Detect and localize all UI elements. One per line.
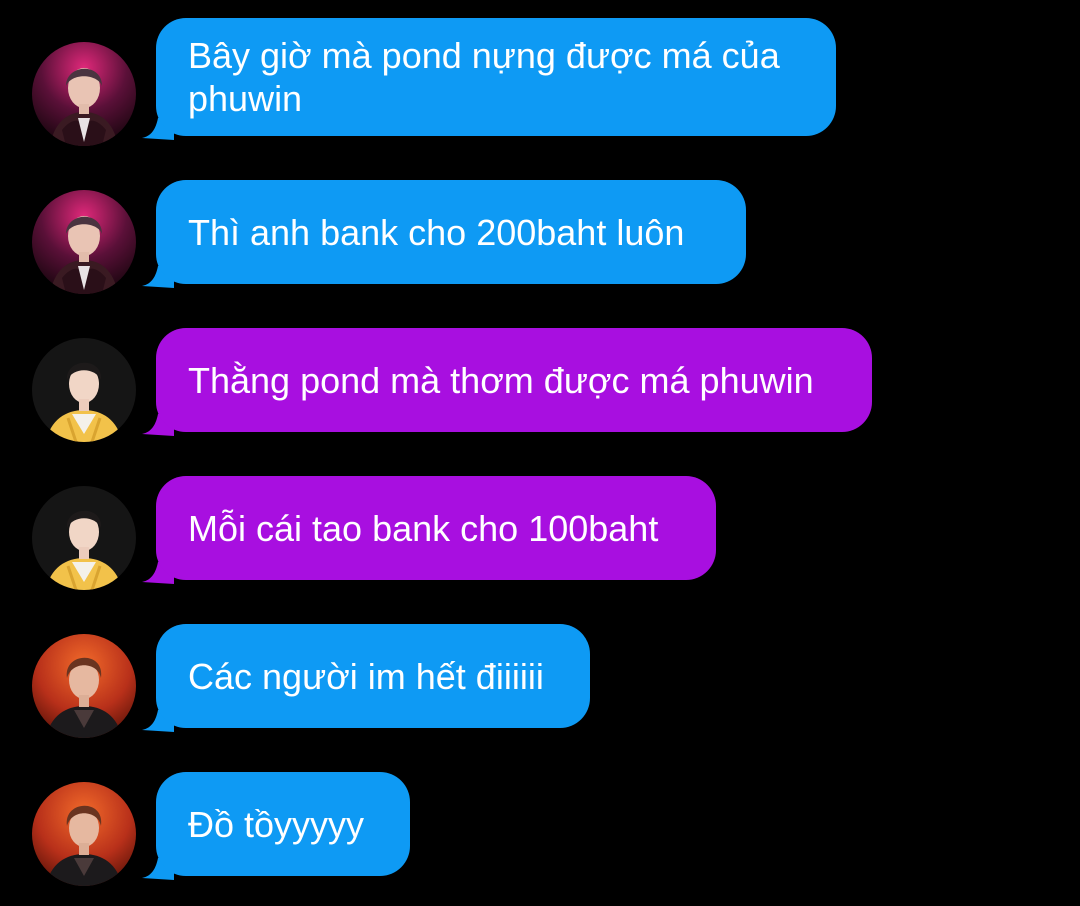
message-text: Các người im hết điiiiii (188, 655, 544, 697)
avatar-yellow-jacket-image (32, 338, 136, 442)
message-row: Bây giờ mà pond nựng được má của phuwin (0, 18, 1080, 146)
message-row: Mỗi cái tao bank cho 100baht (0, 476, 1080, 590)
avatar[interactable] (32, 782, 136, 886)
message-row: Đồ tồyyyyy (0, 772, 1080, 886)
message-text: Bây giờ mà pond nựng được má của phuwin (188, 35, 780, 119)
avatar-orange-stage-image (32, 634, 136, 738)
avatar-pink-stage-image (32, 42, 136, 146)
avatar[interactable] (32, 42, 136, 146)
message-text: Thằng pond mà thơm được má phuwin (188, 359, 814, 401)
avatar[interactable] (32, 338, 136, 442)
avatar[interactable] (32, 634, 136, 738)
avatar-yellow-jacket-image (32, 486, 136, 590)
message-bubble[interactable]: Thì anh bank cho 200baht luôn (156, 180, 746, 284)
message-row: Các người im hết điiiiii (0, 624, 1080, 738)
message-text: Thì anh bank cho 200baht luôn (188, 211, 685, 253)
message-row: Thì anh bank cho 200baht luôn (0, 180, 1080, 294)
message-bubble[interactable]: Các người im hết điiiiii (156, 624, 590, 728)
message-bubble[interactable]: Thằng pond mà thơm được má phuwin (156, 328, 872, 432)
message-bubble[interactable]: Mỗi cái tao bank cho 100baht (156, 476, 716, 580)
message-text: Đồ tồyyyyy (188, 803, 365, 845)
avatar-orange-stage-image (32, 782, 136, 886)
avatar[interactable] (32, 486, 136, 590)
message-text: Mỗi cái tao bank cho 100baht (188, 507, 659, 549)
message-bubble[interactable]: Đồ tồyyyyy (156, 772, 410, 876)
avatar-pink-stage-image (32, 190, 136, 294)
message-row: Thằng pond mà thơm được má phuwin (0, 328, 1080, 442)
message-bubble[interactable]: Bây giờ mà pond nựng được má của phuwin (156, 18, 836, 136)
chat-thread: Bây giờ mà pond nựng được má của phuwin (0, 0, 1080, 906)
avatar[interactable] (32, 190, 136, 294)
